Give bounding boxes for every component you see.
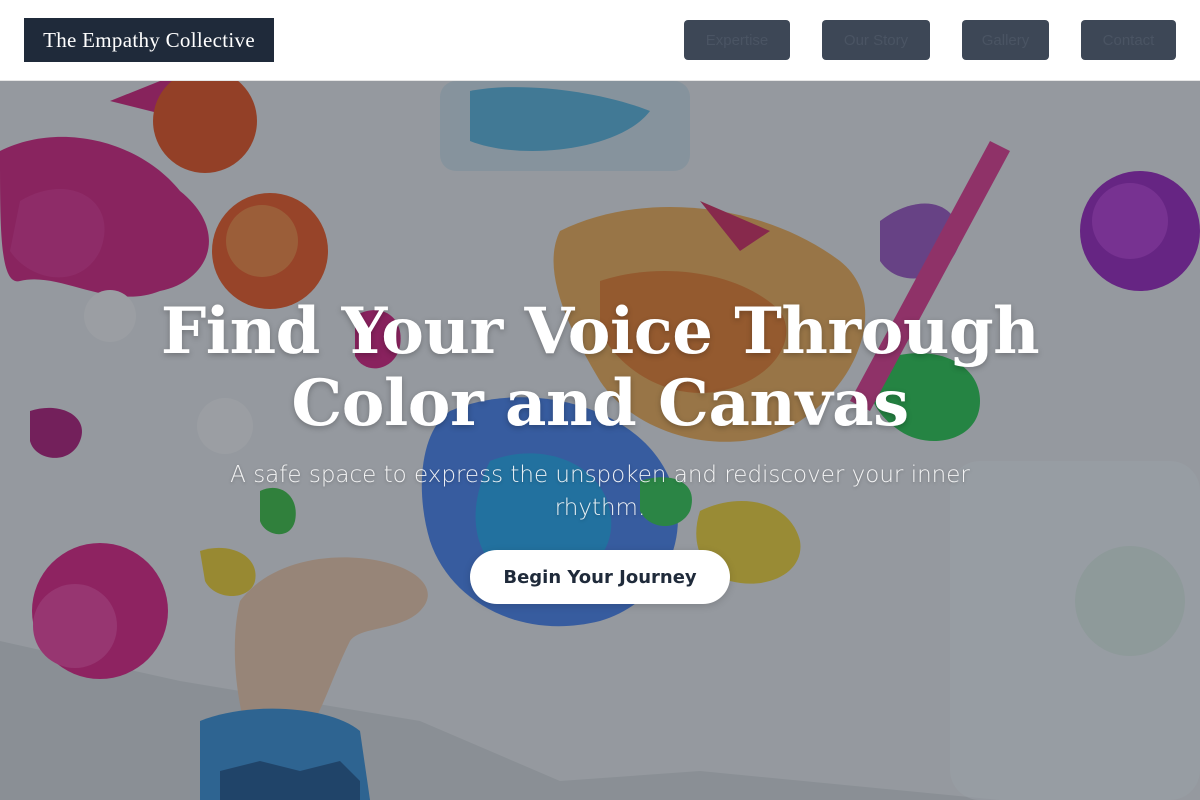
nav-our-story-button[interactable]: Our Story [822, 20, 930, 60]
nav-contact-button[interactable]: Contact [1081, 20, 1176, 60]
nav-gallery-button[interactable]: Gallery [962, 20, 1049, 60]
brand-logo[interactable]: The Empathy Collective [24, 18, 274, 62]
hero-headline: Find Your Voice Through Color and Canvas [160, 294, 1040, 441]
hero-subheadline: A safe space to express the unspoken and… [230, 462, 970, 521]
begin-journey-button[interactable]: Begin Your Journey [470, 550, 730, 604]
nav-expertise-button[interactable]: Expertise [684, 20, 790, 60]
hero-section: Find Your Voice Through Color and Canvas… [0, 81, 1200, 800]
site-header: The Empathy Collective Expertise Our Sto… [0, 0, 1200, 81]
